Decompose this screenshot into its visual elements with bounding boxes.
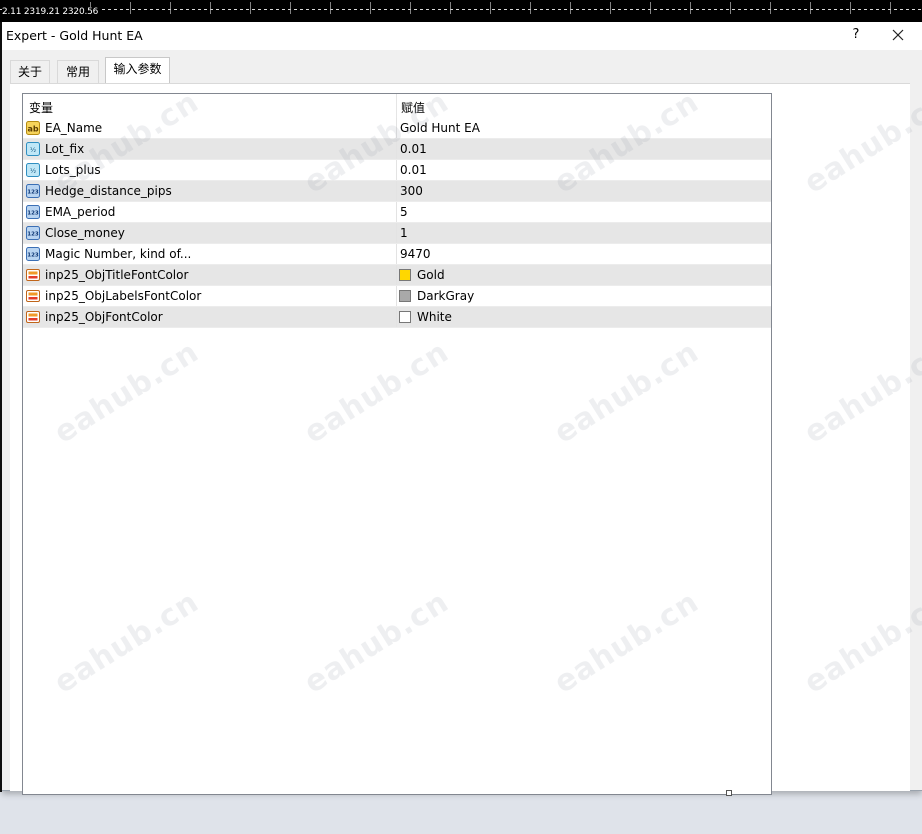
parameter-value[interactable]: 0.01 <box>400 142 427 156</box>
parameter-name: Hedge_distance_pips <box>45 184 172 198</box>
table-row[interactable]: ½ Lot_fix 0.01 <box>23 139 771 160</box>
parameter-name: EA_Name <box>45 121 103 135</box>
table-row[interactable]: 123 EMA_period 5 <box>23 202 771 223</box>
parameter-name: Close_money <box>45 226 125 240</box>
svg-text:123: 123 <box>27 232 39 238</box>
table-row[interactable]: inp25_ObjFontColor White <box>23 307 771 328</box>
parameter-value[interactable]: 5 <box>400 205 408 219</box>
table-row[interactable]: 123 Close_money 1 <box>23 223 771 244</box>
table-row[interactable]: ½ Lots_plus 0.01 <box>23 160 771 181</box>
parameter-name: Lots_plus <box>45 163 101 177</box>
tab-inputs[interactable]: 输入参数 <box>105 57 170 83</box>
cell-divider <box>396 307 397 328</box>
title-bar[interactable]: Expert - Gold Hunt EA ? <box>2 22 922 50</box>
parameter-value[interactable]: Gold Hunt EA <box>400 121 480 135</box>
parameter-value[interactable]: 1 <box>400 226 408 240</box>
column-header-value[interactable]: 赋值 <box>401 99 425 116</box>
chart-time-ticks <box>90 2 922 14</box>
tab-about[interactable]: 关于 <box>10 60 50 83</box>
parameter-name: inp25_ObjTitleFontColor <box>45 268 189 282</box>
parameter-value[interactable]: 9470 <box>400 247 431 261</box>
cell-divider <box>396 286 397 307</box>
table-row[interactable]: inp25_ObjTitleFontColor Gold <box>23 265 771 286</box>
parameter-name: inp25_ObjFontColor <box>45 310 163 324</box>
cell-divider <box>396 139 397 160</box>
parameter-value[interactable]: DarkGray <box>417 289 474 303</box>
table-header: 变量 赋值 <box>23 94 771 118</box>
svg-text:123: 123 <box>27 211 39 217</box>
parameter-name: Lot_fix <box>45 142 85 156</box>
string-type-icon: ab <box>26 121 40 135</box>
parameter-name: inp25_ObjLabelsFontColor <box>45 289 202 303</box>
table-row[interactable]: ab EA_Name Gold Hunt EA <box>23 118 771 139</box>
svg-text:ab: ab <box>27 125 38 134</box>
svg-text:123: 123 <box>27 190 39 196</box>
column-header-variable[interactable]: 变量 <box>29 99 53 116</box>
help-button[interactable]: ? <box>846 25 866 45</box>
svg-text:½: ½ <box>30 167 36 175</box>
integer-type-icon: 123 <box>26 247 40 261</box>
parameter-name: EMA_period <box>45 205 116 219</box>
cell-divider <box>396 244 397 265</box>
color-type-icon <box>26 310 40 324</box>
cell-divider <box>396 118 397 139</box>
tab-common[interactable]: 常用 <box>57 60 99 83</box>
svg-text:123: 123 <box>27 253 39 259</box>
color-swatch <box>399 311 411 323</box>
double-type-icon: ½ <box>26 163 40 177</box>
svg-text:½: ½ <box>30 146 36 154</box>
table-row[interactable]: 123 Hedge_distance_pips 300 <box>23 181 771 202</box>
color-type-icon <box>26 268 40 282</box>
color-swatch <box>399 290 411 302</box>
close-icon <box>892 29 904 41</box>
double-type-icon: ½ <box>26 142 40 156</box>
parameter-value[interactable]: 300 <box>400 184 423 198</box>
cell-divider <box>396 202 397 223</box>
cell-divider <box>396 181 397 202</box>
cell-divider <box>396 160 397 181</box>
row-divider <box>23 327 771 328</box>
table-row[interactable]: 123 Magic Number, kind of... 9470 <box>23 244 771 265</box>
integer-type-icon: 123 <box>26 205 40 219</box>
price-labels: 2.11 2319.21 2320.56 <box>2 7 103 17</box>
column-divider[interactable] <box>396 94 397 118</box>
inputs-panel: 变量 赋值 ab EA_Name Gold Hunt EA ½ Lot_fix 0.01 ½… <box>10 83 910 795</box>
parameter-value[interactable]: 0.01 <box>400 163 427 177</box>
color-type-icon <box>26 289 40 303</box>
parameter-value[interactable]: White <box>417 310 452 324</box>
table-row[interactable]: inp25_ObjLabelsFontColor DarkGray <box>23 286 771 307</box>
chart-strip: 2.11 2319.21 2320.56 <box>0 0 922 22</box>
close-button[interactable] <box>886 25 910 45</box>
integer-type-icon: 123 <box>26 184 40 198</box>
cell-divider <box>396 265 397 286</box>
parameter-value[interactable]: Gold <box>417 268 445 282</box>
parameters-table[interactable]: 变量 赋值 ab EA_Name Gold Hunt EA ½ Lot_fix 0.01 ½… <box>22 93 772 795</box>
window-title: Expert - Gold Hunt EA <box>6 28 143 43</box>
resize-grip[interactable] <box>726 790 732 796</box>
cell-divider <box>396 223 397 244</box>
parameter-name: Magic Number, kind of... <box>45 247 192 261</box>
integer-type-icon: 123 <box>26 226 40 240</box>
expert-dialog: Expert - Gold Hunt EA ? 关于 常用 输入参数 变量 赋值… <box>2 22 922 795</box>
color-swatch <box>399 269 411 281</box>
